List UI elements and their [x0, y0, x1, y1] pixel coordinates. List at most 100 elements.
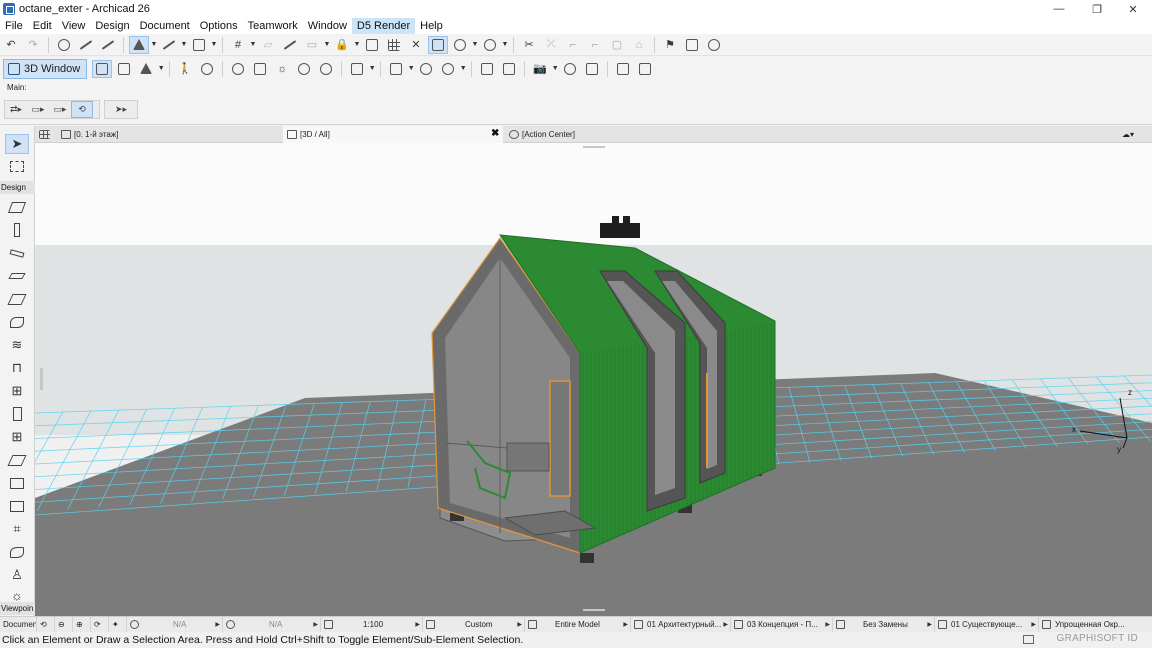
layer-combination-field[interactable]: Custom ▶	[423, 616, 525, 633]
selection-type-selector[interactable]: ▭▸	[27, 101, 49, 118]
perspective-button[interactable]	[114, 60, 134, 78]
menu-edit[interactable]: Edit	[28, 18, 57, 34]
chevron-down-icon[interactable]: ▼	[157, 65, 165, 72]
sun-button[interactable]: ☼	[272, 60, 292, 78]
intersect-button[interactable]: ⌐	[563, 36, 583, 54]
snap-guides-button[interactable]	[159, 36, 179, 54]
menu-options[interactable]: Options	[195, 18, 243, 34]
bim-components-button[interactable]	[635, 60, 655, 78]
3d-viewport[interactable]: z x y	[35, 143, 1152, 616]
figure-tool[interactable]: ♙	[5, 565, 29, 585]
menu-d5-render[interactable]: D5 Render	[351, 18, 416, 34]
materials-button[interactable]	[416, 60, 436, 78]
trim-button[interactable]: ✕	[406, 36, 426, 54]
mvo-field[interactable]: Упрощенная Окр...	[1039, 617, 1137, 633]
menu-view[interactable]: View	[57, 18, 91, 34]
adjust-button[interactable]: ⤫	[541, 36, 561, 54]
undo-button[interactable]: ↶	[1, 36, 21, 54]
arrow-tool[interactable]: ➤	[5, 134, 29, 154]
chevron-down-icon[interactable]: ▼	[368, 65, 376, 72]
menu-teamwork[interactable]: Teamwork	[243, 18, 303, 34]
pointer-selector[interactable]: ➤▸	[105, 101, 137, 118]
3d-cutaway-button[interactable]	[136, 60, 156, 78]
chevron-down-icon[interactable]: ▼	[471, 41, 479, 48]
tab-3d-all[interactable]: [3D / All] ✖	[283, 126, 503, 143]
morph-tool[interactable]	[5, 542, 29, 562]
layers-button[interactable]	[362, 36, 382, 54]
door-tool[interactable]	[5, 404, 29, 424]
parallel-projection-button[interactable]	[92, 59, 113, 78]
navigate-button[interactable]	[480, 36, 500, 54]
walk-button[interactable]: 🚶	[175, 60, 195, 78]
scale-field[interactable]: 1:100 ▶	[321, 616, 423, 633]
zoom-scale-field[interactable]: N/A ▶	[127, 616, 223, 633]
tab-close-icon[interactable]: ✖	[491, 128, 499, 139]
orbit-button[interactable]	[197, 60, 217, 78]
close-button[interactable]: ✕	[1116, 0, 1150, 18]
inject-parameters-button[interactable]	[76, 36, 96, 54]
view-navigation-button[interactable]	[450, 36, 470, 54]
structure-display-field[interactable]: 01 Архитектурный... ▶	[631, 616, 731, 633]
chevron-down-icon[interactable]: ▼	[180, 41, 188, 48]
top-splitter-handle[interactable]	[583, 146, 605, 148]
3d-window-button[interactable]: 3D Window	[3, 58, 88, 79]
marquee-button[interactable]: ▭	[302, 36, 322, 54]
offset-button[interactable]: ▢	[607, 36, 627, 54]
guide-lines-button[interactable]	[129, 35, 149, 54]
graphisoft-id-link[interactable]: GRAPHISOFT ID	[1056, 633, 1138, 644]
undo-zoom-button[interactable]: ⟲	[37, 616, 55, 633]
pick-up-parameters-button[interactable]	[54, 36, 74, 54]
tab-action-center[interactable]: [Action Center]	[505, 126, 735, 143]
renovation-filter-field[interactable]: 01 Существующе... ▶	[935, 616, 1039, 633]
split-button[interactable]: ✂	[519, 36, 539, 54]
redo-button[interactable]: ↷	[23, 36, 43, 54]
skylight-tool[interactable]	[5, 450, 29, 470]
stair-tool[interactable]: ≋	[5, 335, 29, 355]
wall-tool[interactable]	[5, 197, 29, 217]
publish-button[interactable]	[499, 60, 519, 78]
minimize-button[interactable]: —	[1042, 0, 1076, 18]
chevron-down-icon[interactable]: ▼	[210, 41, 218, 48]
issue-flag-button[interactable]: ⚑	[660, 36, 680, 54]
render-settings-button[interactable]	[347, 60, 367, 78]
chevron-down-icon[interactable]: ▼	[353, 41, 361, 48]
menu-file[interactable]: File	[0, 18, 28, 34]
chevron-down-icon[interactable]: ▼	[249, 41, 257, 48]
light-button[interactable]	[582, 60, 602, 78]
column-tool[interactable]	[5, 220, 29, 240]
filter-button[interactable]	[294, 60, 314, 78]
roof-button[interactable]: ⌂	[629, 36, 649, 54]
tab-overview-button[interactable]	[35, 126, 57, 143]
object-tool[interactable]	[5, 473, 29, 493]
menu-document[interactable]: Document	[135, 18, 195, 34]
shell-tool[interactable]	[5, 312, 29, 332]
walk-status-button[interactable]: ✦	[109, 616, 127, 633]
chevron-down-icon[interactable]: ▼	[323, 41, 331, 48]
slab-tool[interactable]	[5, 266, 29, 286]
mesh-tool[interactable]: ⌗	[5, 519, 29, 539]
zoom-out-button[interactable]: ⊖	[55, 616, 73, 633]
fillet-button[interactable]: ⌐	[585, 36, 605, 54]
tab-options-button[interactable]: ☁▾	[1118, 126, 1148, 143]
selection-method-toggle[interactable]: ▭▸	[49, 101, 71, 118]
bimcloud-button[interactable]	[704, 36, 724, 54]
rotation-field[interactable]: N/A ▶	[223, 616, 321, 633]
explore-model-button[interactable]	[250, 60, 270, 78]
roof-tool[interactable]	[5, 289, 29, 309]
chevron-down-icon[interactable]: ▼	[459, 65, 467, 72]
shading-button[interactable]	[438, 60, 458, 78]
dimension-button[interactable]	[384, 36, 404, 54]
fly-through-button[interactable]	[316, 60, 336, 78]
eraser-button[interactable]: ▱	[258, 36, 278, 54]
section-box-button[interactable]	[386, 60, 406, 78]
lock-button[interactable]: 🔒	[332, 36, 352, 54]
menu-window[interactable]: Window	[303, 18, 352, 34]
menu-design[interactable]: Design	[90, 18, 134, 34]
maximize-button[interactable]: ❐	[1080, 0, 1114, 18]
suspend-groups-button[interactable]	[280, 36, 300, 54]
window-switch-icon[interactable]	[1023, 635, 1034, 644]
pen-set-field[interactable]: 03 Концепция - П... ▶	[731, 616, 833, 633]
zone-tool[interactable]	[5, 496, 29, 516]
menu-help[interactable]: Help	[415, 18, 448, 34]
grid-snap-button[interactable]: #	[228, 36, 248, 54]
